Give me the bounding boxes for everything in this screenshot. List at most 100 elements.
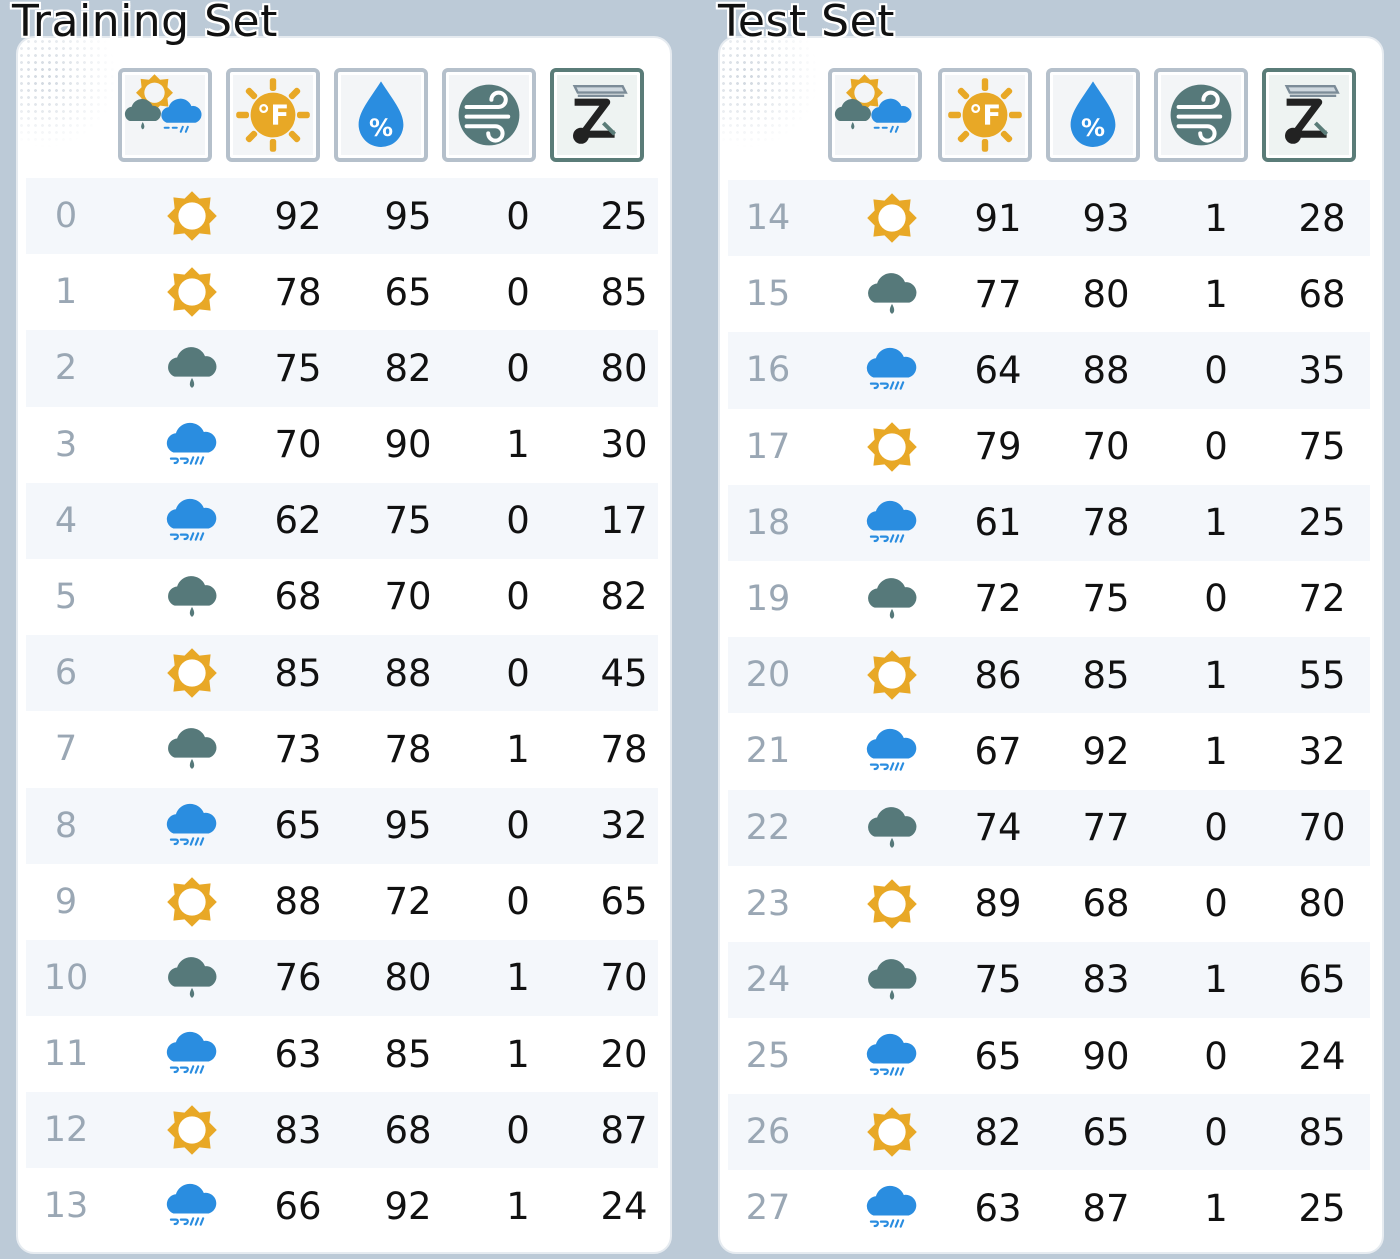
row-index: 16: [745, 350, 791, 391]
rainy-blue-icon: [846, 332, 938, 408]
humidity-cell: 75: [1082, 577, 1130, 621]
rainy-dark-icon: [846, 790, 938, 866]
rainy-blue-icon: [146, 788, 238, 864]
sunny-icon: [146, 635, 238, 711]
humidity-cell: 77: [1082, 806, 1130, 849]
sunny-icon: [146, 1092, 238, 1168]
wind-cell: 1: [1204, 653, 1228, 697]
target-cell: 70: [1298, 806, 1346, 849]
table-row: 12 83 68 0 87: [26, 1092, 658, 1169]
temperature-cell: 75: [974, 958, 1022, 1002]
row-index: 3: [54, 424, 78, 465]
table-row: 13 66 92 1 24: [26, 1168, 658, 1244]
temperature-cell: 82: [974, 1110, 1022, 1154]
table-row: 8 65 95 0 32: [26, 787, 658, 864]
row-index: 26: [745, 1112, 791, 1153]
target-cell: 82: [600, 575, 648, 619]
wind-cell: 0: [506, 804, 530, 847]
row-index: 17: [745, 426, 791, 467]
temperature-cell: 74: [974, 806, 1022, 849]
training-set-header: °F %: [18, 68, 670, 168]
wind-cell: 1: [1204, 729, 1228, 773]
rainy-blue-icon: [846, 713, 938, 789]
rainy-blue-icon: [146, 483, 238, 559]
table-row: 1 78 65 0 85: [26, 254, 658, 330]
humidity-cell: 82: [384, 346, 432, 390]
weather-outlook-icon: [123, 73, 207, 157]
target-cell: 24: [600, 1184, 648, 1228]
temperature-cell: 72: [974, 577, 1022, 621]
target-cell: 24: [1298, 1034, 1346, 1078]
wind-cell: 0: [1204, 348, 1228, 392]
training-set-rows: 0 92 95 0 25 1 78 65 0 85 2 75 82 0 80 3 70 90 1 30 4 62…: [26, 178, 658, 1245]
wind-cell: 0: [506, 880, 530, 924]
temperature-cell: 79: [974, 425, 1022, 469]
target-cell: 17: [600, 499, 648, 543]
table-row: 16 64 88 0 35: [728, 332, 1370, 409]
temperature-cell: 86: [974, 653, 1022, 697]
target-cell: 85: [600, 270, 648, 314]
temperature-cell: 67: [974, 729, 1022, 773]
sunny-icon: [146, 178, 238, 254]
target-icon: [1269, 75, 1349, 155]
header-target-box: [1262, 68, 1356, 162]
row-index: 7: [54, 729, 78, 770]
row-index: 27: [745, 1188, 791, 1229]
table-row: 17 79 70 0 75: [728, 409, 1370, 485]
header-weather-outlook-box: [828, 68, 922, 162]
temperature-cell: 83: [274, 1108, 322, 1152]
weather-outlook-icon: [833, 73, 917, 157]
target-cell: 65: [600, 880, 648, 924]
wind-cell: 1: [506, 956, 530, 1000]
header-humidity-box: %: [1046, 68, 1140, 162]
rainy-blue-icon: [146, 407, 238, 483]
header-target-box: [550, 68, 644, 162]
humidity-cell: 65: [1082, 1110, 1130, 1154]
humidity-cell: 70: [1082, 425, 1130, 469]
target-cell: 25: [1298, 1186, 1346, 1230]
target-cell: 65: [1298, 958, 1346, 1002]
wind-cell: 0: [1204, 425, 1228, 469]
humidity-cell: 90: [1082, 1034, 1130, 1078]
wind-cell: 1: [1204, 272, 1228, 316]
table-row: 3 70 90 1 30: [26, 407, 658, 483]
row-index: 14: [745, 198, 791, 238]
row-index: 21: [745, 731, 791, 772]
humidity-cell: 93: [1082, 196, 1130, 240]
temperature-cell: 89: [974, 882, 1022, 926]
test-set-rows: 14 91 93 1 28 15 77 80 1 68 16 64 88 0 35 17 79 70 0 75…: [728, 180, 1370, 1247]
target-cell: 55: [1298, 653, 1346, 697]
rainy-dark-icon: [146, 940, 238, 1016]
table-row: 15 77 80 1 68: [728, 256, 1370, 332]
target-cell: 80: [600, 346, 648, 390]
table-row: 4 62 75 0 17: [26, 482, 658, 559]
header-wind-box: [1154, 68, 1248, 162]
rainy-blue-icon: [846, 485, 938, 561]
temperature-cell: 91: [974, 196, 1022, 240]
wind-cell: 0: [506, 575, 530, 619]
svg-text:°F: °F: [969, 101, 1001, 132]
wind-cell: 0: [1204, 1034, 1228, 1078]
table-row: 11 63 85 1 20: [26, 1016, 658, 1092]
target-cell: 78: [600, 727, 648, 771]
test-set-header: °F %: [720, 68, 1382, 168]
wind-cell: 1: [506, 727, 530, 771]
table-row: 25 65 90 0 24: [728, 1018, 1370, 1094]
humidity-cell: 95: [384, 194, 432, 238]
humidity-cell: 85: [1082, 653, 1130, 697]
test-set-card: °F % 14 91 93 1 28 15 77 80 1 68 16 64 88 0 35 17: [718, 36, 1384, 1254]
humidity-cell: 80: [1082, 272, 1130, 316]
target-cell: 25: [1298, 501, 1346, 545]
temperature-cell: 63: [974, 1186, 1022, 1230]
header-temperature-box: °F: [938, 68, 1032, 162]
row-index: 25: [745, 1036, 791, 1077]
table-row: 10 76 80 1 70: [26, 939, 658, 1017]
temperature-icon: °F: [233, 75, 313, 155]
target-icon: [557, 75, 637, 155]
wind-cell: 0: [1204, 882, 1228, 926]
table-row: 5 68 70 0 82: [26, 559, 658, 635]
table-row: 23 89 68 0 80: [728, 866, 1370, 942]
row-index: 0: [54, 196, 78, 236]
humidity-cell: 78: [1082, 501, 1130, 545]
humidity-cell: 68: [1082, 882, 1130, 926]
